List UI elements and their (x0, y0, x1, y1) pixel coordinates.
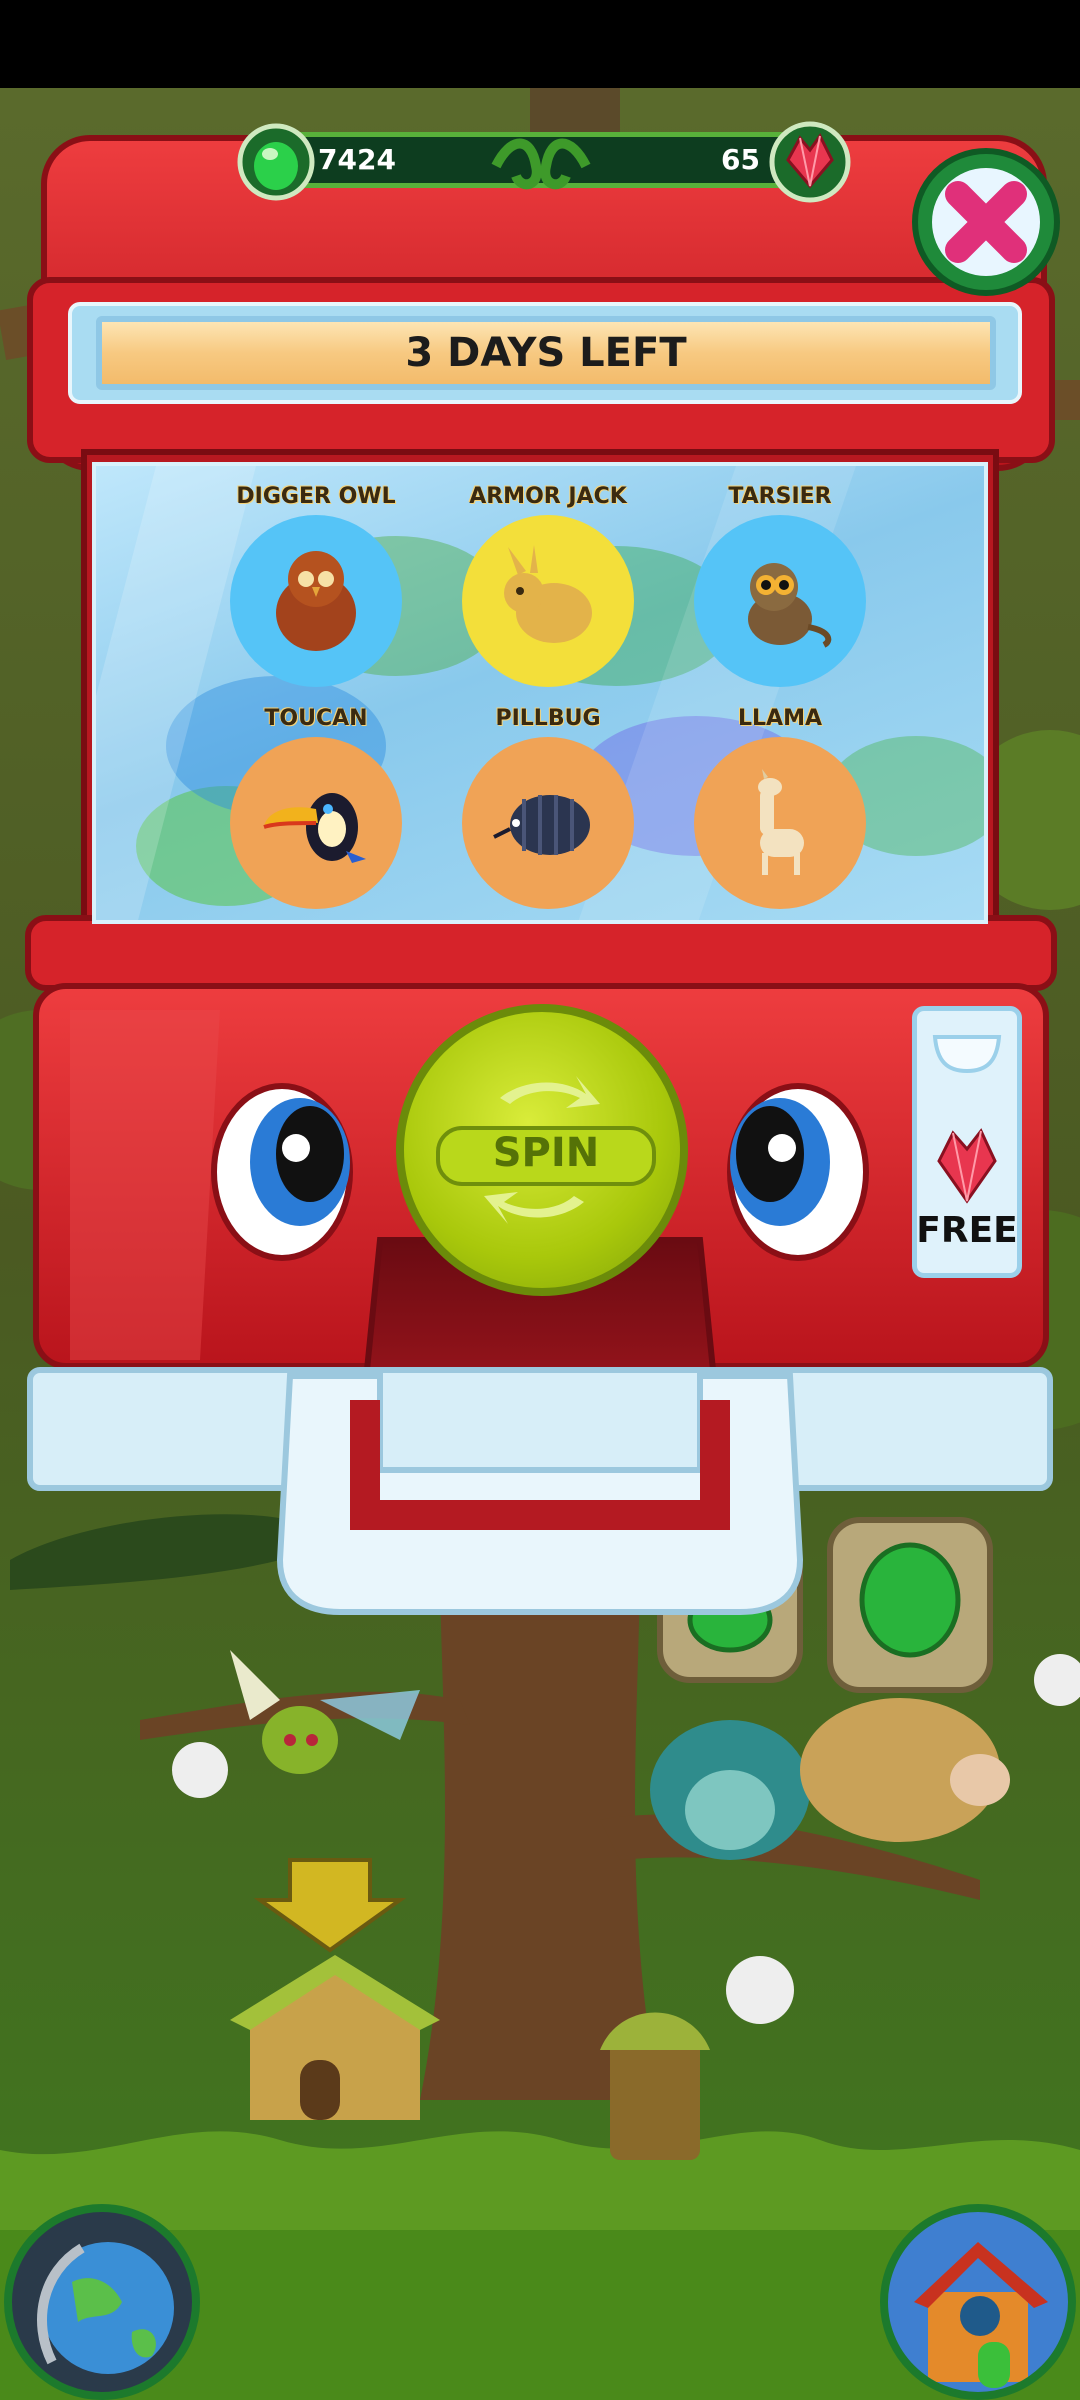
vine-ornament-icon (491, 138, 591, 190)
prize-window: DIGGER OWL ARMOR JACK TARSIER TOUCAN PIL… (92, 462, 988, 924)
pet-card-tarsier[interactable]: TARSIER (690, 484, 870, 687)
toucan-icon (263, 793, 366, 863)
pet-portrait (462, 515, 634, 687)
pet-portrait (230, 737, 402, 909)
close-button[interactable] (912, 148, 1060, 296)
house-icon (914, 2242, 1048, 2388)
status-bar (0, 0, 1080, 88)
pet-portrait (694, 737, 866, 909)
days-left-banner: 3 DAYS LEFT (96, 316, 996, 390)
coin-slot-icon (932, 1035, 1002, 1074)
pet-portrait (462, 737, 634, 909)
red-crystal-icon (769, 121, 851, 203)
home-button[interactable] (880, 2204, 1076, 2400)
world-map-button[interactable] (4, 2204, 200, 2400)
globe-icon (37, 2242, 174, 2374)
llama-icon (758, 769, 804, 875)
spin-label[interactable]: SPIN (436, 1126, 656, 1186)
pet-name: TARSIER (728, 484, 832, 509)
pet-name: DIGGER OWL (236, 484, 396, 509)
pet-name: PILLBUG (495, 706, 601, 731)
free-label: FREE (916, 1210, 1018, 1251)
pet-name: LLAMA (738, 706, 822, 731)
tarsier-icon (748, 563, 832, 648)
close-x-icon (932, 168, 1040, 276)
armor-jack-icon (504, 545, 592, 643)
pet-portrait (230, 515, 402, 687)
pet-card-pillbug[interactable]: PILLBUG (458, 706, 638, 909)
pet-name: TOUCAN (264, 706, 368, 731)
green-gem-icon (237, 123, 315, 201)
pet-portrait (694, 515, 866, 687)
pet-card-digger-owl[interactable]: DIGGER OWL (226, 484, 406, 687)
pet-name: ARMOR JACK (469, 484, 627, 509)
pet-card-toucan[interactable]: TOUCAN (226, 706, 406, 909)
pet-card-armor-jack[interactable]: ARMOR JACK (458, 484, 638, 687)
red-gem-count: 65 (721, 143, 760, 176)
pillbug-icon (493, 795, 590, 855)
digger-owl-icon (276, 551, 356, 651)
green-gem-count: 7424 (318, 143, 396, 176)
red-crystal-icon (937, 1128, 997, 1204)
pet-card-llama[interactable]: LLAMA (690, 706, 870, 909)
